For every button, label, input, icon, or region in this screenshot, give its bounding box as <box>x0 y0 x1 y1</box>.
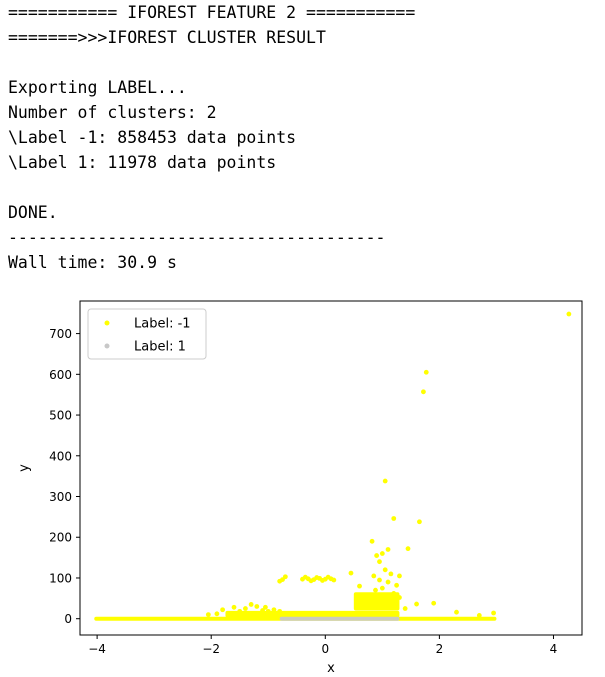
data-point-label-neg1 <box>397 573 402 579</box>
data-point-label-neg1 <box>491 610 496 616</box>
data-point-label-neg1 <box>362 600 368 605</box>
data-point-label-neg1 <box>379 585 385 591</box>
data-point-label-neg1 <box>421 389 426 395</box>
data-point-label-neg1 <box>385 547 391 552</box>
data-point-label-neg1 <box>377 559 382 565</box>
data-point-label-neg1 <box>417 519 422 525</box>
data-point-label-neg1 <box>394 582 400 588</box>
console-line: =========== IFOREST FEATURE 2 ==========… <box>8 3 416 22</box>
data-point-label-neg1 <box>377 577 382 583</box>
data-point-label-neg1 <box>314 575 320 580</box>
y-tick-label: 500 <box>49 409 72 423</box>
data-point-label-neg1 <box>282 574 288 580</box>
scatter-chart: 0 100 200 300 400 500 600 700 −4 −2 0 2 4 y x Label… <box>17 300 583 676</box>
data-point-label-neg1 <box>382 567 388 573</box>
x-tick-label: −4 <box>88 642 106 656</box>
x-axis: −4 −2 0 2 4 <box>88 635 557 656</box>
data-point-label-neg1 <box>348 570 354 576</box>
data-point-label-neg1 <box>271 607 277 613</box>
data-point-label-neg1 <box>431 600 437 606</box>
data-point-label-neg1 <box>277 578 283 584</box>
data-point-label-neg1 <box>248 602 254 607</box>
data-point-label-neg1 <box>231 604 237 610</box>
data-point-label-neg1 <box>388 571 394 577</box>
console-line: Number of clusters: 2 <box>8 103 217 122</box>
console-line: =======>>>IFOREST CLUSTER RESULT <box>8 28 326 47</box>
data-point-label-neg1 <box>357 583 362 589</box>
x-tick-label: 0 <box>321 642 329 656</box>
y-tick-label: 600 <box>49 368 72 382</box>
x-axis-label: x <box>327 661 335 676</box>
data-point-label-neg1 <box>288 611 294 617</box>
point-cloud-label-neg1 <box>225 610 400 618</box>
legend: Label: -1 Label: 1 <box>87 308 207 360</box>
data-point-label-neg1 <box>260 608 265 613</box>
data-point-label-neg1 <box>566 311 572 317</box>
y-axis: 0 100 200 300 400 500 600 700 <box>49 327 80 626</box>
x-tick-label: 4 <box>550 642 558 656</box>
data-point-label-neg1 <box>454 609 459 615</box>
data-point-label-neg1 <box>369 538 375 544</box>
console-line: \Label 1: 11978 data points <box>8 153 277 172</box>
y-tick-label: 100 <box>49 571 72 585</box>
data-point-label-neg1 <box>385 579 391 585</box>
console-line: DONE. <box>8 203 58 222</box>
data-point-label-neg1 <box>265 608 271 614</box>
data-point-label-neg1 <box>371 573 377 579</box>
data-point-label-neg1 <box>254 604 260 609</box>
data-point-label-neg1 <box>243 606 248 611</box>
legend-label: Label: -1 <box>134 317 191 332</box>
y-tick-label: 200 <box>49 531 72 545</box>
data-point-label-neg1 <box>277 608 283 614</box>
legend-marker-label-neg1 <box>104 320 110 326</box>
data-point-label-neg1 <box>391 516 397 521</box>
x-tick-label: 2 <box>436 642 444 656</box>
data-point-label-neg1 <box>379 551 385 556</box>
console-line: Exporting LABEL... <box>8 78 187 97</box>
data-point-label-neg1 <box>391 591 397 596</box>
console-line: Wall time: 30.9 s <box>8 253 177 272</box>
y-tick-label: 400 <box>49 449 72 463</box>
data-point-label-neg1 <box>302 574 308 580</box>
legend-marker-label-1 <box>104 343 110 349</box>
data-point-label-neg1 <box>414 601 419 607</box>
y-axis-label: y <box>17 464 32 472</box>
data-point-label-neg1 <box>320 578 325 583</box>
y-tick-label: 0 <box>64 612 72 626</box>
data-point-label-neg1 <box>365 604 371 609</box>
point-cloud-label-1 <box>279 616 400 621</box>
console-line: \Label -1: 858453 data points <box>8 128 297 147</box>
data-point-label-neg1 <box>374 595 380 601</box>
data-point-label-neg1 <box>331 577 337 583</box>
data-point-label-neg1 <box>220 607 226 613</box>
data-point-label-neg1 <box>382 597 388 603</box>
x-tick-label: −2 <box>202 642 220 656</box>
data-point-label-neg1 <box>382 478 388 484</box>
console-line: -------------------------------------- <box>8 228 386 247</box>
data-point-label-neg1 <box>237 608 243 614</box>
data-point-label-neg1 <box>374 553 380 558</box>
y-tick-label: 700 <box>49 327 72 341</box>
data-point-label-neg1 <box>405 546 411 552</box>
data-point-label-neg1 <box>325 574 331 580</box>
legend-label: Label: 1 <box>134 340 186 355</box>
data-point-label-neg1 <box>359 593 365 599</box>
data-point-label-neg1 <box>308 578 314 584</box>
data-point-label-neg1 <box>205 612 211 618</box>
data-point-label-neg1 <box>214 611 220 617</box>
data-point-label-neg1 <box>373 587 378 593</box>
data-point-label-neg1 <box>476 613 482 618</box>
data-point-label-neg1 <box>402 606 408 611</box>
data-point-label-neg1 <box>423 369 429 375</box>
console-output: =========== IFOREST FEATURE 2 ==========… <box>8 0 415 275</box>
data-point-label-neg1 <box>397 595 402 600</box>
y-tick-label: 300 <box>49 490 72 504</box>
